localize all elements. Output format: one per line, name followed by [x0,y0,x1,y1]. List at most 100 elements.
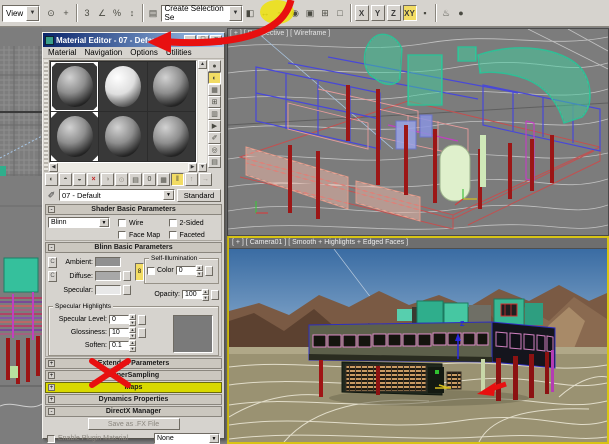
material-type-button[interactable]: Standard [177,189,221,202]
mirror-icon[interactable]: ◧ [243,4,257,22]
sample-slot[interactable] [99,62,146,111]
select-and-manipulate-icon[interactable]: + [59,4,73,22]
chevron-down-icon[interactable]: ▼ [229,6,241,21]
rollout-extended-parameters[interactable]: + Extended Parameters [45,358,222,369]
quick-render-icon[interactable]: ♨ [439,4,453,22]
angle-snap-icon[interactable]: ∠ [95,4,109,22]
collapse-icon[interactable]: - [48,206,55,213]
scroll-left-icon[interactable]: ◀ [49,163,58,172]
menu-navigation[interactable]: Navigation [84,48,122,57]
render-type-icon[interactable]: □ [333,4,347,22]
minimize-button[interactable]: _ [184,35,196,45]
face-map-checkbox[interactable] [118,231,126,239]
scroll-track[interactable] [58,163,188,172]
named-selection-sets-icon[interactable]: ▤ [146,4,160,22]
sample-uv-tiling-icon[interactable]: ⊞ [208,96,221,108]
percent-snap-icon[interactable]: % [110,4,124,22]
align-icon[interactable]: ↔ [258,4,272,22]
pick-material-eyedropper-icon[interactable]: ✐ [46,189,57,201]
rollout-shader-basic-parameters[interactable]: - Shader Basic Parameters [45,204,222,215]
ambient-color-swatch[interactable] [95,257,121,267]
assign-material-to-selection-icon[interactable]: ◒ [73,173,86,186]
get-material-icon[interactable]: ◐ [45,173,58,186]
two-sided-checkbox[interactable] [169,219,177,227]
spin-down-icon[interactable]: ▼ [129,346,136,352]
chevron-down-icon[interactable]: ▼ [99,218,109,227]
viewport-top-left-sliver[interactable] [0,28,42,236]
expand-icon[interactable]: + [48,360,55,367]
backlight-icon[interactable]: ◐ [208,72,221,84]
render-setup-icon[interactable]: ▣ [303,4,317,22]
spin-down-icon[interactable]: ▼ [129,320,136,326]
curve-editor-icon[interactable]: ~ [273,4,287,22]
self-illum-map-button[interactable] [205,266,213,276]
self-illum-value[interactable]: 0 [176,266,196,275]
background-icon[interactable]: ▦ [208,84,221,96]
glossiness-map-button[interactable] [138,328,146,338]
chevron-down-icon[interactable]: ▼ [163,190,174,200]
restrict-x-button[interactable]: X [355,5,369,21]
spin-down-icon[interactable]: ▼ [202,295,209,301]
scroll-right-icon[interactable]: ▶ [188,163,197,172]
material-id-channel-icon[interactable]: 0 [143,173,156,186]
material-map-navigator-icon[interactable]: ▤ [208,156,221,168]
reset-map-icon[interactable]: × [87,173,100,186]
spin-down-icon[interactable]: ▼ [196,271,203,277]
viewport-label[interactable]: [ + ] [ Camera01 ] [ Smooth + Highlights… [232,239,408,246]
diffuse-lock-icon[interactable]: C [48,271,57,282]
diffuse-map-button[interactable] [123,271,131,281]
specular-color-swatch[interactable] [95,285,121,295]
rollout-directx-manager[interactable]: - DirectX Manager [45,406,222,417]
sample-slot[interactable] [51,112,98,161]
self-illum-color-checkbox[interactable] [147,267,155,275]
wire-checkbox[interactable] [118,219,126,227]
glossiness-value[interactable]: 10 [109,328,129,337]
viewport-bottom-left-sliver[interactable] [0,236,42,444]
viewport-wireframe[interactable]: [ + ] [ Perspective ] [ Wireframe ] [227,28,609,236]
scroll-track[interactable] [198,69,207,163]
save-fx-file-button[interactable]: Save as .FX File [88,418,180,430]
horizontal-scrollbar[interactable]: ◀ ▶ [49,163,197,172]
schematic-view-icon[interactable]: ⊞ [318,4,332,22]
go-forward-to-sibling-icon[interactable]: → [199,173,212,186]
opacity-value[interactable]: 100 [182,290,202,299]
render-last-icon[interactable]: ● [454,4,468,22]
window-titlebar[interactable]: Material Editor - 07 - Default _ □ × [43,33,224,47]
reference-coordinate-dropdown[interactable]: View ▼ [2,5,40,22]
select-by-material-icon[interactable]: ◎ [208,144,221,156]
make-preview-icon[interactable]: ▶ [208,120,221,132]
enable-plugin-material-checkbox[interactable] [47,435,55,443]
put-to-library-icon[interactable]: ▤ [129,173,142,186]
soften-value[interactable]: 0.1 [109,341,129,350]
vertical-scrollbar[interactable]: ▲ ▼ [198,60,207,172]
menu-options[interactable]: Options [130,48,158,57]
chevron-down-icon[interactable]: ▼ [209,434,219,443]
rollout-maps[interactable]: + Maps [45,382,222,393]
viewport-camera[interactable]: [ + ] [ Camera01 ] [ Smooth + Highlights… [227,236,609,444]
sample-type-icon[interactable]: ● [208,60,221,72]
material-editor-options-icon[interactable]: ✐ [208,132,221,144]
use-center-icon[interactable]: ⊙ [44,4,58,22]
restrict-xy-plane-button[interactable]: XY [403,5,417,21]
rollout-supersampling[interactable]: + SuperSampling [45,370,222,381]
spin-down-icon[interactable]: ▼ [129,333,136,339]
show-end-result-icon[interactable]: ‖ [171,173,184,186]
material-name-dropdown[interactable]: 07 - Default ▼ [59,189,175,201]
collapse-icon[interactable]: - [48,408,55,415]
opacity-map-button[interactable] [211,290,219,300]
sample-slot[interactable] [99,112,146,161]
viewport-label[interactable]: [ + ] [ Perspective ] [ Wireframe ] [230,30,330,37]
rollout-blinn-basic-parameters[interactable]: - Blinn Basic Parameters [45,242,222,253]
go-to-parent-icon[interactable]: ↑ [185,173,198,186]
close-button[interactable]: × [210,35,222,45]
put-material-to-scene-icon[interactable]: ◓ [59,173,72,186]
maximize-button[interactable]: □ [197,35,209,45]
sample-slot[interactable] [148,112,195,161]
specular-level-value[interactable]: 0 [109,315,129,324]
plugin-material-dropdown[interactable]: None ▼ [154,433,220,444]
make-material-copy-icon[interactable]: ◑ [101,173,114,186]
diffuse-color-swatch[interactable] [95,271,121,281]
ambient-lock-icon[interactable]: C [48,257,57,268]
palette-drag-strip[interactable] [44,60,48,172]
expand-icon[interactable]: + [48,396,55,403]
